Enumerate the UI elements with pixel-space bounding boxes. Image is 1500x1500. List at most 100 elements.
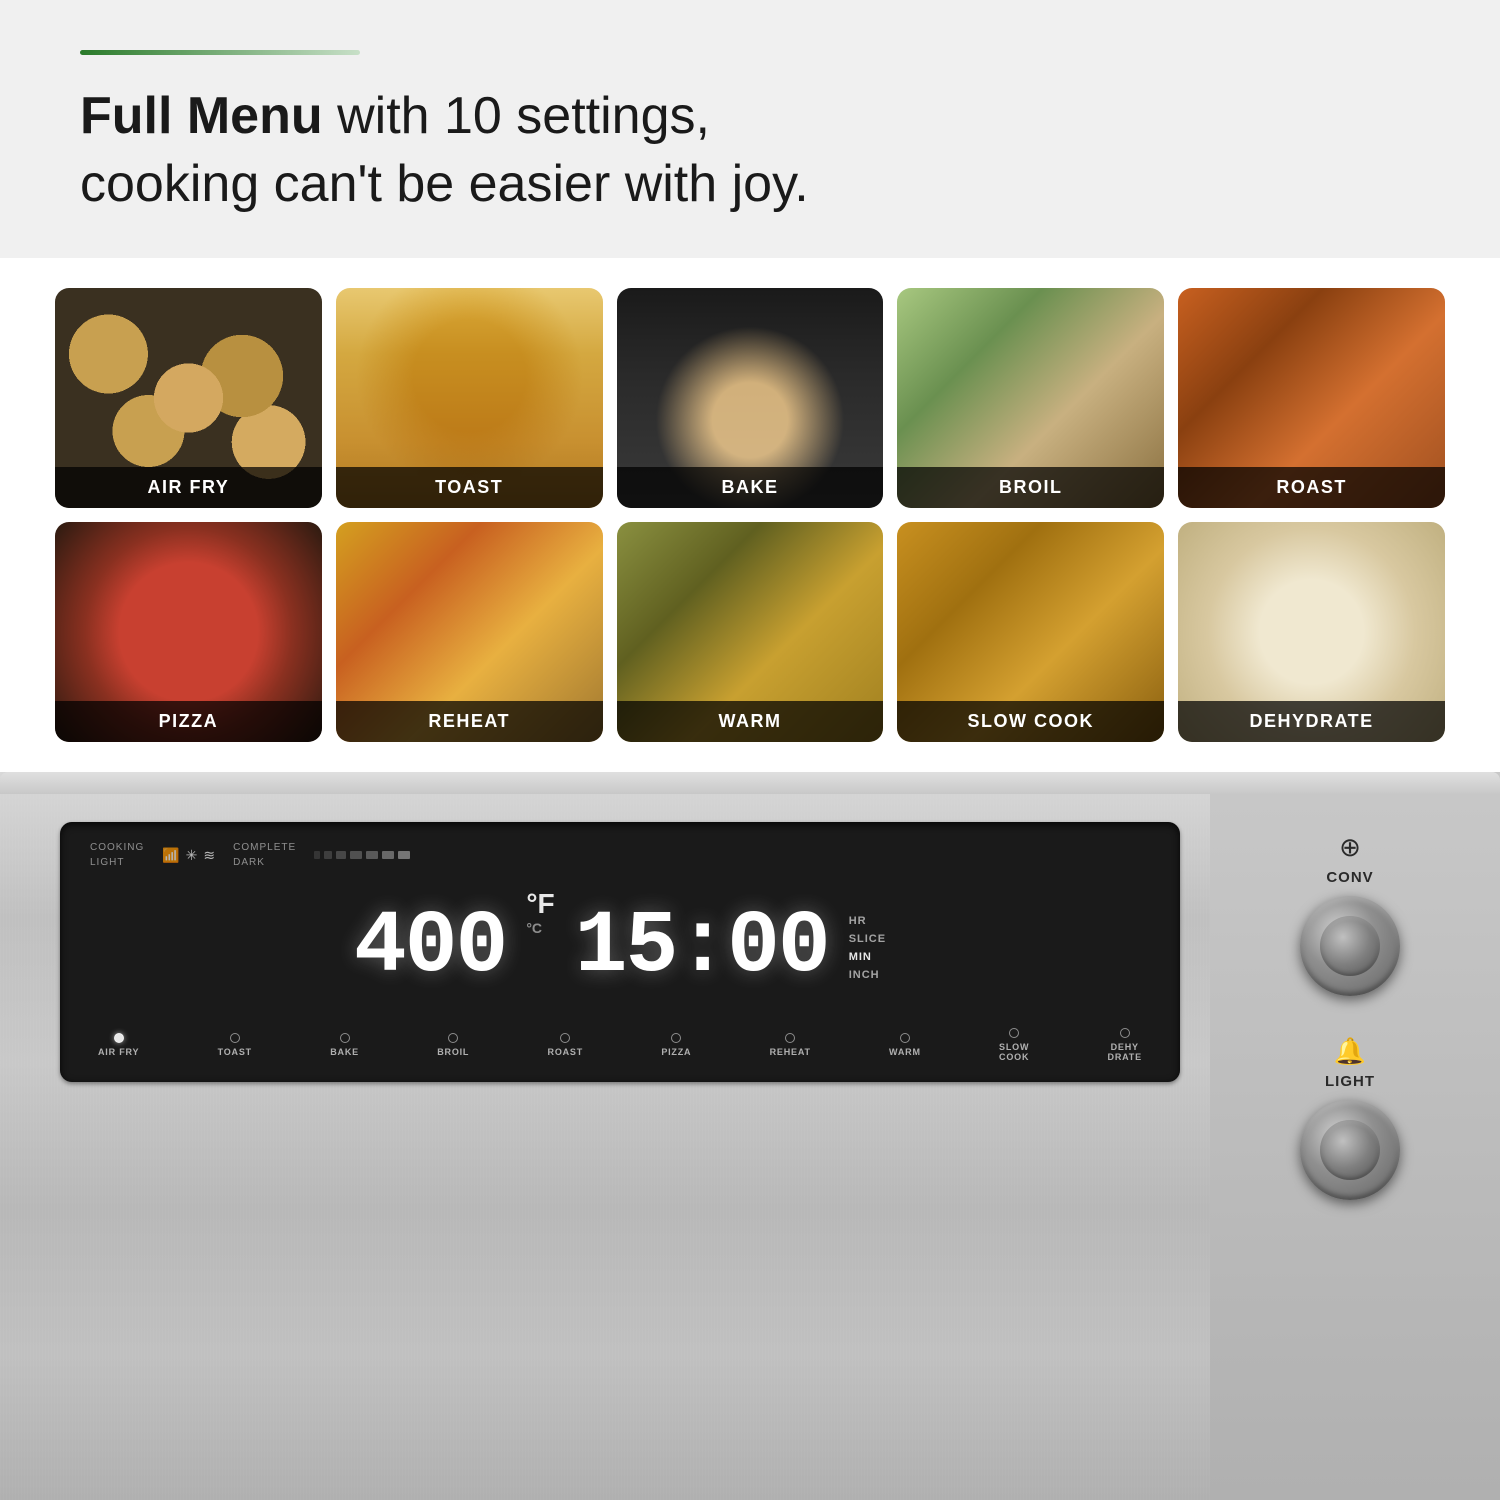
display-labels-complete: COMPLETE DARK — [233, 842, 296, 868]
mode-btn-slow-cook[interactable]: SLOWCOOK — [999, 1028, 1029, 1062]
food-card-air-fry: AIR FRY — [55, 288, 322, 508]
conv-button-area[interactable]: ⊕ CONV — [1326, 832, 1373, 886]
shade-seg-3 — [336, 851, 346, 859]
display-icons-row: 📶 ✳ ≋ — [162, 847, 215, 864]
mode-btn-label-warm: WARM — [889, 1047, 921, 1057]
mode-btn-roast[interactable]: ROAST — [548, 1033, 584, 1057]
shade-seg-4 — [350, 851, 362, 859]
mode-dot-broil — [448, 1033, 458, 1043]
conv-knob[interactable] — [1300, 896, 1400, 996]
light-knob[interactable] — [1300, 1100, 1400, 1200]
temperature-display: 400 — [354, 904, 506, 992]
mode-dot-dehydrate — [1120, 1028, 1130, 1038]
time-unit-slice: SLICE — [849, 933, 886, 945]
shade-seg-1 — [314, 851, 320, 859]
conv-label: CONV — [1326, 869, 1373, 886]
right-controls: ⊕ CONV 🔔 LIGHT — [1220, 812, 1480, 1500]
food-card-toast: TOAST — [336, 288, 603, 508]
food-label-air-fry: AIR FRY — [55, 467, 322, 508]
mode-btn-warm[interactable]: WARM — [889, 1033, 921, 1057]
display-top-row: COOKING LIGHT 📶 ✳ ≋ COMPLETE DARK — [90, 842, 1150, 868]
food-card-pizza: PIZZA — [55, 522, 322, 742]
time-unit-hr: HR — [849, 915, 886, 927]
time-unit-min: MIN — [849, 951, 886, 963]
mode-btn-dehydrate[interactable]: DEHYDRATE — [1108, 1028, 1142, 1062]
mode-btn-label-roast: ROAST — [548, 1047, 584, 1057]
mode-btn-broil[interactable]: BROIL — [437, 1033, 469, 1057]
mode-dot-pizza — [671, 1033, 681, 1043]
time-display: 15:00 — [575, 904, 829, 992]
mode-btn-label-reheat: REHEAT — [770, 1047, 811, 1057]
mode-dot-warm — [900, 1033, 910, 1043]
light-button-area[interactable]: 🔔 LIGHT — [1325, 1036, 1375, 1090]
shade-seg-6 — [382, 851, 394, 859]
header-title-bold: Full Menu — [80, 87, 323, 145]
mode-btn-label-pizza: PIZZA — [661, 1047, 691, 1057]
light-label: LIGHT — [1325, 1073, 1375, 1090]
wifi-icon: 📶 — [162, 847, 179, 864]
food-label-pizza: PIZZA — [55, 701, 322, 742]
temp-units: °F °C — [526, 876, 554, 936]
mode-btn-label-dehydrate: DEHYDRATE — [1108, 1042, 1142, 1062]
food-card-broil: BROIL — [897, 288, 1164, 508]
display-label-cooking: COOKING — [90, 842, 144, 853]
food-label-toast: TOAST — [336, 467, 603, 508]
display-label-light: LIGHT — [90, 857, 144, 868]
accent-bar — [80, 50, 360, 55]
display-readout: 400 °F °C 15:00 HR SLICE MIN INCH — [90, 868, 1150, 1028]
mode-btn-bake[interactable]: BAKE — [330, 1033, 359, 1057]
mode-dot-reheat — [785, 1033, 795, 1043]
display-label-dark: DARK — [233, 857, 296, 868]
food-card-roast: ROAST — [1178, 288, 1445, 508]
display-labels-left: COOKING LIGHT — [90, 842, 144, 868]
food-label-broil: BROIL — [897, 467, 1164, 508]
mode-btn-label-air-fry: AIR FRY — [98, 1047, 139, 1057]
temp-icon: ≋ — [203, 847, 215, 864]
display-panel: COOKING LIGHT 📶 ✳ ≋ COMPLETE DARK — [60, 822, 1180, 1082]
conv-control-group: ⊕ CONV — [1300, 832, 1400, 996]
header-title: Full Menu with 10 settings,cooking can't… — [80, 83, 1420, 218]
fan-control-icon: ⊕ — [1339, 832, 1361, 863]
mode-btn-label-bake: BAKE — [330, 1047, 359, 1057]
food-card-reheat: REHEAT — [336, 522, 603, 742]
mode-btn-label-slow-cook: SLOWCOOK — [999, 1042, 1029, 1062]
mode-dot-air-fry — [114, 1033, 124, 1043]
mode-btn-label-broil: BROIL — [437, 1047, 469, 1057]
light-control-group: 🔔 LIGHT — [1300, 1036, 1400, 1200]
mode-dot-bake — [340, 1033, 350, 1043]
shade-seg-2 — [324, 851, 332, 859]
appliance-section: COOKING LIGHT 📶 ✳ ≋ COMPLETE DARK — [0, 772, 1500, 1500]
mode-buttons-row: AIR FRY TOAST BAKE BROIL ROAST — [90, 1028, 1150, 1062]
display-label-complete: COMPLETE — [233, 842, 296, 853]
food-label-dehydrate: DEHYDRATE — [1178, 701, 1445, 742]
food-card-bake: BAKE — [617, 288, 884, 508]
food-label-slow-cook: SLOW COOK — [897, 701, 1164, 742]
food-label-bake: BAKE — [617, 467, 884, 508]
light-control-icon: 🔔 — [1334, 1036, 1366, 1067]
time-units: HR SLICE MIN INCH — [849, 904, 886, 992]
mode-dot-toast — [230, 1033, 240, 1043]
food-label-roast: ROAST — [1178, 467, 1445, 508]
food-card-dehydrate: DEHYDRATE — [1178, 522, 1445, 742]
mode-btn-air-fry[interactable]: AIR FRY — [98, 1033, 139, 1057]
mode-btn-pizza[interactable]: PIZZA — [661, 1033, 691, 1057]
food-label-warm: WARM — [617, 701, 884, 742]
temp-unit-f: °F — [526, 888, 554, 920]
time-unit-inch: INCH — [849, 969, 886, 981]
shade-seg-5 — [366, 851, 378, 859]
food-card-slow-cook: SLOW COOK — [897, 522, 1164, 742]
page-wrapper: Full Menu with 10 settings,cooking can't… — [0, 0, 1500, 1500]
shade-bar — [314, 851, 410, 859]
temp-unit-c: °C — [526, 920, 554, 936]
food-grid: AIR FRY TOAST BAKE BROIL ROAST PIZZA REH… — [55, 288, 1445, 742]
mode-btn-toast[interactable]: TOAST — [218, 1033, 252, 1057]
mode-dot-roast — [560, 1033, 570, 1043]
header-section: Full Menu with 10 settings,cooking can't… — [0, 0, 1500, 258]
mode-btn-label-toast: TOAST — [218, 1047, 252, 1057]
appliance-top-edge — [0, 772, 1500, 794]
mode-dot-slow-cook — [1009, 1028, 1019, 1038]
shade-seg-7 — [398, 851, 410, 859]
mode-btn-reheat[interactable]: REHEAT — [770, 1033, 811, 1057]
food-card-warm: WARM — [617, 522, 884, 742]
fan-icon: ✳ — [186, 847, 198, 864]
